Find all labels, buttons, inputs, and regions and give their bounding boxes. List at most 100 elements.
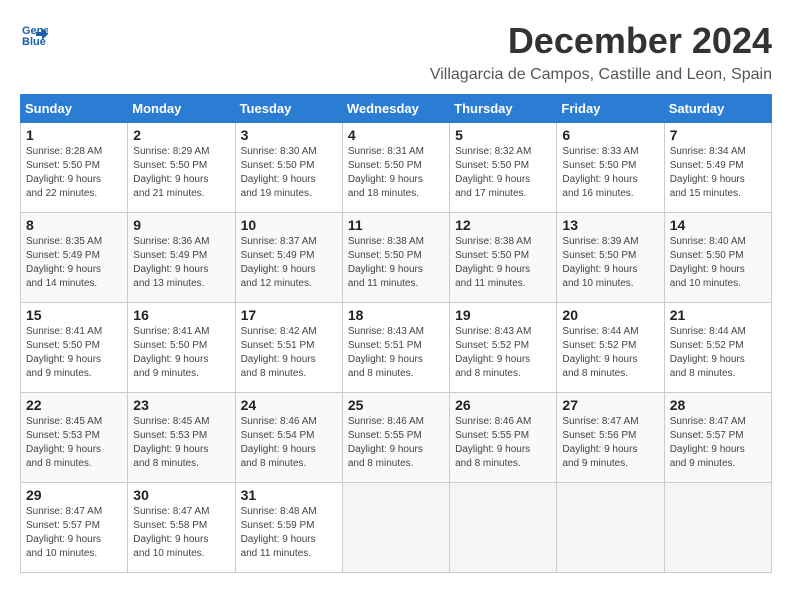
day-info: Sunrise: 8:38 AMSunset: 5:50 PMDaylight:… bbox=[455, 235, 551, 291]
day-cell: 27 Sunrise: 8:47 AMSunset: 5:56 PMDayligh… bbox=[557, 393, 664, 483]
day-info: Sunrise: 8:47 AMSunset: 5:57 PMDaylight:… bbox=[26, 505, 122, 561]
month-title: December 2024 bbox=[52, 20, 772, 62]
day-info: Sunrise: 8:46 AMSunset: 5:54 PMDaylight:… bbox=[241, 415, 337, 471]
day-cell: 30 Sunrise: 8:47 AMSunset: 5:58 PMDayligh… bbox=[128, 483, 235, 573]
day-number: 21 bbox=[670, 307, 766, 323]
day-number: 12 bbox=[455, 217, 551, 233]
day-cell: 9 Sunrise: 8:36 AMSunset: 5:49 PMDaylight… bbox=[128, 213, 235, 303]
day-cell: 7 Sunrise: 8:34 AMSunset: 5:49 PMDaylight… bbox=[664, 123, 771, 213]
day-number: 10 bbox=[241, 217, 337, 233]
day-cell: 13 Sunrise: 8:39 AMSunset: 5:50 PMDayligh… bbox=[557, 213, 664, 303]
day-cell bbox=[450, 483, 557, 573]
week-row-1: 1Sunrise: 8:28 AMSunset: 5:50 PMDaylight… bbox=[21, 123, 772, 213]
day-cell: 31 Sunrise: 8:48 AMSunset: 5:59 PMDayligh… bbox=[235, 483, 342, 573]
day-info: Sunrise: 8:41 AMSunset: 5:50 PMDaylight:… bbox=[133, 325, 229, 381]
day-info: Sunrise: 8:30 AMSunset: 5:50 PMDaylight:… bbox=[241, 145, 337, 201]
day-info: Sunrise: 8:36 AMSunset: 5:49 PMDaylight:… bbox=[133, 235, 229, 291]
day-cell: 4 Sunrise: 8:31 AMSunset: 5:50 PMDaylight… bbox=[342, 123, 449, 213]
day-cell: 11Sunrise: 8:38 AMSunset: 5:50 PMDayligh… bbox=[342, 213, 449, 303]
calendar-header-row: SundayMondayTuesdayWednesdayThursdayFrid… bbox=[21, 95, 772, 123]
day-cell: 25 Sunrise: 8:46 AMSunset: 5:55 PMDayligh… bbox=[342, 393, 449, 483]
day-cell: 2 Sunrise: 8:29 AMSunset: 5:50 PMDaylight… bbox=[128, 123, 235, 213]
day-info: Sunrise: 8:31 AMSunset: 5:50 PMDaylight:… bbox=[348, 145, 444, 201]
day-number: 16 bbox=[133, 307, 229, 323]
day-number: 7 bbox=[670, 127, 766, 143]
header-monday: Monday bbox=[128, 95, 235, 123]
day-number: 25 bbox=[348, 397, 444, 413]
day-info: Sunrise: 8:45 AMSunset: 5:53 PMDaylight:… bbox=[133, 415, 229, 471]
day-cell: 28Sunrise: 8:47 AMSunset: 5:57 PMDayligh… bbox=[664, 393, 771, 483]
header-thursday: Thursday bbox=[450, 95, 557, 123]
day-info: Sunrise: 8:40 AMSunset: 5:50 PMDaylight:… bbox=[670, 235, 766, 291]
day-number: 26 bbox=[455, 397, 551, 413]
day-cell: 21 Sunrise: 8:44 AMSunset: 5:52 PMDayligh… bbox=[664, 303, 771, 393]
day-number: 5 bbox=[455, 127, 551, 143]
day-number: 15 bbox=[26, 307, 122, 323]
day-info: Sunrise: 8:34 AMSunset: 5:49 PMDaylight:… bbox=[670, 145, 766, 201]
day-number: 30 bbox=[133, 487, 229, 503]
day-cell: 26 Sunrise: 8:46 AMSunset: 5:55 PMDayligh… bbox=[450, 393, 557, 483]
header-wednesday: Wednesday bbox=[342, 95, 449, 123]
day-info: Sunrise: 8:42 AMSunset: 5:51 PMDaylight:… bbox=[241, 325, 337, 381]
day-number: 2 bbox=[133, 127, 229, 143]
day-info: Sunrise: 8:43 AMSunset: 5:52 PMDaylight:… bbox=[455, 325, 551, 381]
day-cell: 8 Sunrise: 8:35 AMSunset: 5:49 PMDaylight… bbox=[21, 213, 128, 303]
day-cell bbox=[342, 483, 449, 573]
day-cell: 24 Sunrise: 8:46 AMSunset: 5:54 PMDayligh… bbox=[235, 393, 342, 483]
day-number: 3 bbox=[241, 127, 337, 143]
day-info: Sunrise: 8:44 AMSunset: 5:52 PMDaylight:… bbox=[670, 325, 766, 381]
day-number: 24 bbox=[241, 397, 337, 413]
day-number: 14 bbox=[670, 217, 766, 233]
day-number: 4 bbox=[348, 127, 444, 143]
day-number: 1 bbox=[26, 127, 122, 143]
day-info: Sunrise: 8:45 AMSunset: 5:53 PMDaylight:… bbox=[26, 415, 122, 471]
week-row-4: 22 Sunrise: 8:45 AMSunset: 5:53 PMDayligh… bbox=[21, 393, 772, 483]
header: General Blue General Blue December 2024 … bbox=[20, 20, 772, 84]
day-cell: 16 Sunrise: 8:41 AMSunset: 5:50 PMDayligh… bbox=[128, 303, 235, 393]
day-cell: 22 Sunrise: 8:45 AMSunset: 5:53 PMDayligh… bbox=[21, 393, 128, 483]
day-number: 17 bbox=[241, 307, 337, 323]
day-info: Sunrise: 8:41 AMSunset: 5:50 PMDaylight:… bbox=[26, 325, 122, 381]
day-number: 27 bbox=[562, 397, 658, 413]
day-number: 23 bbox=[133, 397, 229, 413]
day-cell: 6Sunrise: 8:33 AMSunset: 5:50 PMDaylight… bbox=[557, 123, 664, 213]
day-cell: 18 Sunrise: 8:43 AMSunset: 5:51 PMDayligh… bbox=[342, 303, 449, 393]
day-info: Sunrise: 8:35 AMSunset: 5:49 PMDaylight:… bbox=[26, 235, 122, 291]
day-cell: 5 Sunrise: 8:32 AMSunset: 5:50 PMDaylight… bbox=[450, 123, 557, 213]
day-number: 18 bbox=[348, 307, 444, 323]
day-cell: 19 Sunrise: 8:43 AMSunset: 5:52 PMDayligh… bbox=[450, 303, 557, 393]
day-info: Sunrise: 8:46 AMSunset: 5:55 PMDaylight:… bbox=[455, 415, 551, 471]
day-number: 20 bbox=[562, 307, 658, 323]
day-info: Sunrise: 8:39 AMSunset: 5:50 PMDaylight:… bbox=[562, 235, 658, 291]
day-info: Sunrise: 8:46 AMSunset: 5:55 PMDaylight:… bbox=[348, 415, 444, 471]
calendar: SundayMondayTuesdayWednesdayThursdayFrid… bbox=[20, 94, 772, 573]
day-info: Sunrise: 8:44 AMSunset: 5:52 PMDaylight:… bbox=[562, 325, 658, 381]
day-number: 8 bbox=[26, 217, 122, 233]
day-info: Sunrise: 8:43 AMSunset: 5:51 PMDaylight:… bbox=[348, 325, 444, 381]
day-number: 11 bbox=[348, 217, 444, 233]
day-cell: 12 Sunrise: 8:38 AMSunset: 5:50 PMDayligh… bbox=[450, 213, 557, 303]
week-row-3: 15 Sunrise: 8:41 AMSunset: 5:50 PMDayligh… bbox=[21, 303, 772, 393]
day-cell: 29Sunrise: 8:47 AMSunset: 5:57 PMDayligh… bbox=[21, 483, 128, 573]
day-cell bbox=[557, 483, 664, 573]
logo-icon: General Blue bbox=[20, 20, 48, 48]
day-info: Sunrise: 8:37 AMSunset: 5:49 PMDaylight:… bbox=[241, 235, 337, 291]
day-number: 6 bbox=[562, 127, 658, 143]
day-cell: 10 Sunrise: 8:37 AMSunset: 5:49 PMDayligh… bbox=[235, 213, 342, 303]
week-row-5: 29Sunrise: 8:47 AMSunset: 5:57 PMDayligh… bbox=[21, 483, 772, 573]
day-cell: 14 Sunrise: 8:40 AMSunset: 5:50 PMDayligh… bbox=[664, 213, 771, 303]
location-title: Villagarcia de Campos, Castille and Leon… bbox=[20, 66, 772, 84]
day-cell: 23 Sunrise: 8:45 AMSunset: 5:53 PMDayligh… bbox=[128, 393, 235, 483]
day-info: Sunrise: 8:47 AMSunset: 5:58 PMDaylight:… bbox=[133, 505, 229, 561]
day-number: 13 bbox=[562, 217, 658, 233]
day-number: 31 bbox=[241, 487, 337, 503]
day-number: 9 bbox=[133, 217, 229, 233]
day-info: Sunrise: 8:32 AMSunset: 5:50 PMDaylight:… bbox=[455, 145, 551, 201]
day-cell: 3 Sunrise: 8:30 AMSunset: 5:50 PMDaylight… bbox=[235, 123, 342, 213]
day-number: 22 bbox=[26, 397, 122, 413]
day-info: Sunrise: 8:47 AMSunset: 5:56 PMDaylight:… bbox=[562, 415, 658, 471]
day-number: 19 bbox=[455, 307, 551, 323]
day-cell: 1Sunrise: 8:28 AMSunset: 5:50 PMDaylight… bbox=[21, 123, 128, 213]
day-info: Sunrise: 8:48 AMSunset: 5:59 PMDaylight:… bbox=[241, 505, 337, 561]
day-info: Sunrise: 8:29 AMSunset: 5:50 PMDaylight:… bbox=[133, 145, 229, 201]
